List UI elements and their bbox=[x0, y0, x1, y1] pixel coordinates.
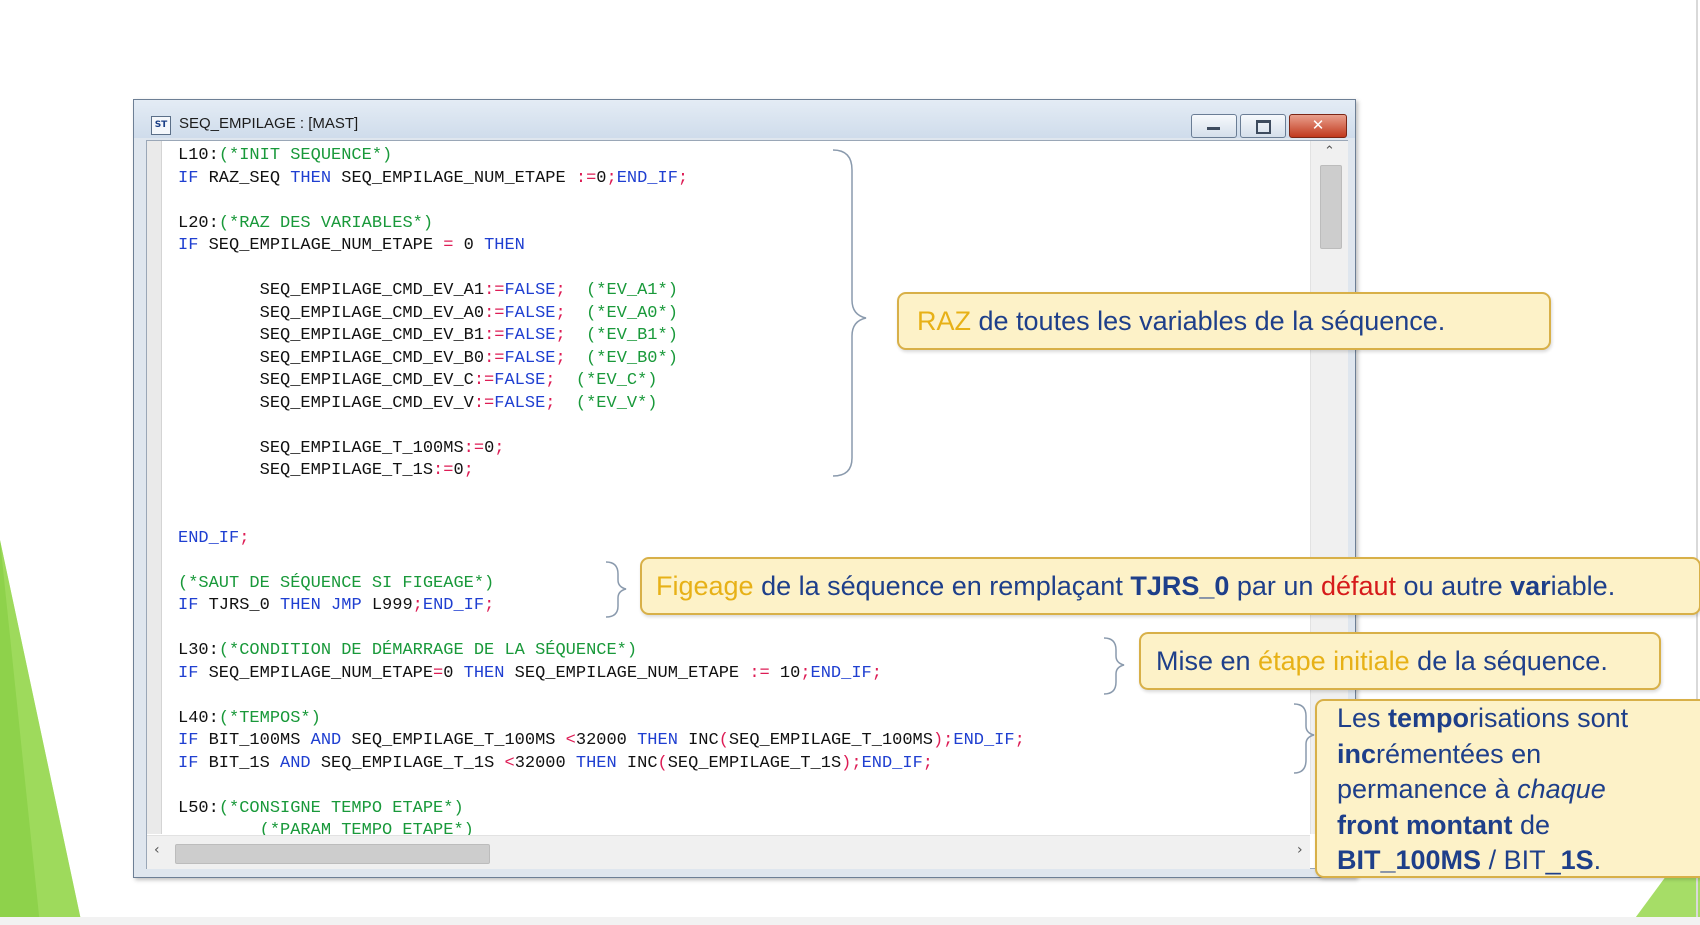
callout-figeage: Figeage de la séquence en remplaçant TJR… bbox=[640, 557, 1700, 615]
callout-figeage-keyword: Figeage bbox=[656, 571, 754, 601]
callout-etape-text-1: Mise en bbox=[1156, 646, 1259, 676]
brace-etape bbox=[1103, 637, 1125, 695]
callout-tempo-text: rémentées en bbox=[1376, 738, 1542, 769]
callout-tempo-text: . bbox=[1593, 845, 1602, 875]
callout-tempo-line-5: BIT_100MS / BIT_1S. bbox=[1337, 843, 1700, 879]
callout-tempo-bold: front montant bbox=[1337, 809, 1513, 840]
callout-figeage-tjrs: TJRS_0 bbox=[1130, 571, 1230, 601]
callout-tempo-line-3: permanence à chaque bbox=[1337, 772, 1700, 808]
callout-tempo-line-1: Les temporisations sont bbox=[1337, 701, 1700, 737]
callout-figeage-text-1: de la séquence en remplaçant bbox=[753, 571, 1131, 601]
brace-figeage bbox=[605, 561, 627, 618]
callout-tempo: Les temporisations sont incrémentées en … bbox=[1315, 699, 1700, 878]
callout-tempo-line-4: front montant de bbox=[1337, 808, 1700, 844]
callout-tempo-bold: inc bbox=[1337, 738, 1377, 769]
brace-tempo bbox=[1293, 703, 1315, 774]
callout-raz-text: de toutes les variables de la séquence. bbox=[971, 306, 1446, 336]
callout-tempo-text: permanence à bbox=[1337, 774, 1518, 804]
callout-tempo-text: / BIT_ bbox=[1481, 845, 1561, 875]
callout-tempo-text: Les bbox=[1337, 703, 1389, 733]
callout-figeage-text-4: iable. bbox=[1550, 571, 1616, 601]
callout-figeage-defaut: défaut bbox=[1320, 571, 1397, 601]
callout-tempo-line-2: incrémentées en bbox=[1337, 737, 1700, 773]
callout-raz-keyword: RAZ bbox=[917, 306, 971, 336]
callout-tempo-bold: 1S bbox=[1560, 845, 1594, 875]
callout-tempo-bold: tempo bbox=[1388, 703, 1470, 733]
callout-tempo-italic: chaque bbox=[1517, 774, 1606, 804]
callout-tempo-text: de bbox=[1512, 809, 1551, 840]
callout-figeage-text-2: par un bbox=[1229, 571, 1321, 601]
brace-raz bbox=[832, 149, 867, 477]
callout-figeage-var: var bbox=[1510, 571, 1551, 601]
callout-figeage-text-3: ou autre bbox=[1396, 571, 1511, 601]
callout-etape-text-2: de la séquence. bbox=[1409, 646, 1608, 676]
callout-raz: RAZ de toutes les variables de la séquen… bbox=[897, 292, 1551, 350]
callout-tempo-text: risations sont bbox=[1469, 703, 1629, 733]
callout-etape: Mise en étape initiale de la séquence. bbox=[1139, 632, 1661, 690]
callout-tempo-bold: BIT_100MS bbox=[1337, 845, 1482, 875]
callout-etape-keyword: étape initiale bbox=[1258, 646, 1410, 676]
